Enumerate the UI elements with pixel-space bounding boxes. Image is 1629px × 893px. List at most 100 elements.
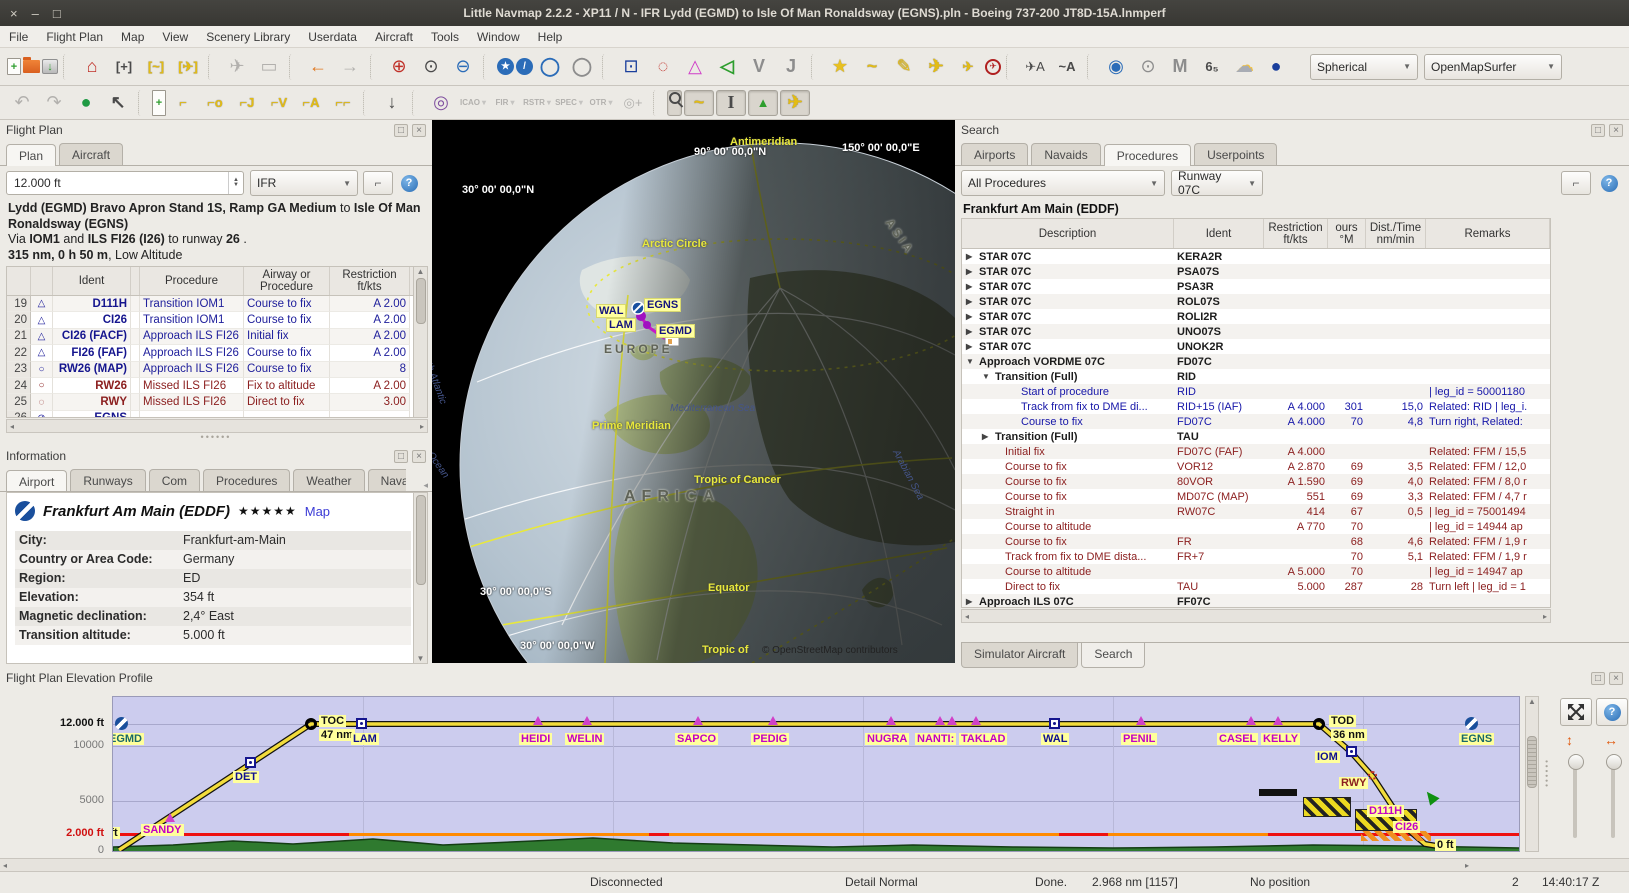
- procedure-row[interactable]: Course to altitude A 770 70 | leg_id = 1…: [962, 519, 1550, 534]
- airspace-icao-button[interactable]: ICAO: [458, 90, 488, 116]
- tree-expand-icon[interactable]: ▶: [966, 267, 976, 276]
- procedure-row[interactable]: Track from fix to DME dista... FR+7 70 5…: [962, 549, 1550, 564]
- procedure-row[interactable]: ▼Approach VORDME 07C FD07C: [962, 354, 1550, 369]
- toolbar-separator[interactable]: [412, 90, 421, 116]
- profile-vscrollbar[interactable]: ▲: [1525, 696, 1539, 852]
- map-theme-combo[interactable]: OpenMapSurfer ▼: [1424, 54, 1562, 80]
- toolbar-separator[interactable]: [63, 54, 72, 80]
- float-dock-button[interactable]: □: [1591, 672, 1605, 685]
- toolbar-separator[interactable]: [363, 90, 372, 116]
- column-distance[interactable]: Dist./Time nm/min: [1366, 219, 1426, 248]
- aircraft-trail-icon[interactable]: ✈: [953, 53, 983, 81]
- tab-flight-plan[interactable]: Aircraft: [59, 143, 123, 165]
- weather-icon[interactable]: ☁: [1229, 53, 1259, 81]
- menu-item[interactable]: Window: [468, 28, 529, 46]
- save-flightplan-icon[interactable]: ↓: [42, 59, 58, 74]
- center-mark-icon[interactable]: [+]: [109, 53, 139, 81]
- map-back-icon[interactable]: ←: [303, 53, 333, 81]
- airspace-fir-button[interactable]: FIR: [490, 90, 520, 116]
- procedure-row[interactable]: Course to fix FD07C A 4.000 70 4,8 Turn …: [962, 414, 1550, 429]
- route-select-cursor-icon[interactable]: ↖: [103, 90, 133, 116]
- tab-flight-plan[interactable]: Plan: [6, 144, 56, 166]
- tab-information[interactable]: Runways: [70, 469, 145, 491]
- tree-expand-icon[interactable]: ▶: [982, 432, 992, 441]
- float-dock-button[interactable]: □: [394, 450, 408, 463]
- tree-expand-icon[interactable]: ▶: [966, 282, 976, 291]
- procedure-row[interactable]: ▶STAR 07C UNOK2R: [962, 339, 1550, 354]
- tree-expand-icon[interactable]: ▶: [966, 297, 976, 306]
- hillshading-icon[interactable]: M: [1165, 53, 1195, 81]
- vor-icon[interactable]: ⊡: [616, 53, 646, 81]
- procedure-filter-combo[interactable]: All Procedures ▼: [961, 170, 1165, 196]
- cruise-altitude-input[interactable]: 12.000 ft ▲▼: [6, 171, 244, 195]
- toolbar-separator[interactable]: [208, 54, 217, 80]
- procedure-options-button[interactable]: ⌐: [1561, 171, 1591, 195]
- panel-profile-icon[interactable]: ▲: [748, 90, 778, 116]
- zoom-world-icon[interactable]: ●: [71, 90, 101, 116]
- close-dock-button[interactable]: ×: [1609, 672, 1623, 685]
- tree-expand-icon[interactable]: ▼: [982, 372, 992, 381]
- menu-item[interactable]: Tools: [422, 28, 468, 46]
- procedure-row[interactable]: Course to fix VOR12 A 2.870 69 3,5 Relat…: [962, 459, 1550, 474]
- tab-information[interactable]: Weather: [293, 469, 364, 491]
- expand-profile-button[interactable]: [1560, 698, 1592, 726]
- toolbar-separator[interactable]: [653, 90, 662, 116]
- flight-plan-row[interactable]: 25 ◌ RWY Missed ILS FI26 Direct to fix 3…: [7, 394, 427, 410]
- menu-item[interactable]: Aircraft: [366, 28, 422, 46]
- procedure-row[interactable]: ▶STAR 07C ROL07S: [962, 294, 1550, 309]
- tab-information[interactable]: Navaids: [368, 469, 406, 491]
- float-dock-button[interactable]: □: [394, 124, 408, 137]
- procedure-row[interactable]: Course to fix 80VOR A 1.590 69 4,0 Relat…: [962, 474, 1550, 489]
- airway-victor-icon[interactable]: V: [744, 53, 774, 81]
- help-button[interactable]: ?: [1597, 171, 1621, 195]
- route-edit-icon[interactable]: ⌐: [168, 90, 198, 116]
- horizontal-zoom-slider[interactable]: [1611, 754, 1615, 838]
- procedure-row[interactable]: Track from fix to DME di... RID+15 (IAF)…: [962, 399, 1550, 414]
- toolbar-separator[interactable]: [1087, 54, 1096, 80]
- spinner-arrows[interactable]: ▲▼: [228, 172, 243, 194]
- airspace-spec-button[interactable]: SPEC: [554, 90, 584, 116]
- profile-hscrollbar[interactable]: ◂▸: [0, 858, 1629, 872]
- userpoint-icon[interactable]: ★: [825, 53, 855, 81]
- column-restriction[interactable]: Restriction ft/kts: [1264, 219, 1328, 248]
- procedure-row[interactable]: ▶Transition (Full) TAU: [962, 429, 1550, 444]
- runway-filter-combo[interactable]: Runway 07C ▼: [1171, 170, 1263, 196]
- menu-item[interactable]: File: [0, 28, 37, 46]
- descent-path-icon[interactable]: ↓: [377, 90, 407, 116]
- undo-icon[interactable]: ↶: [7, 90, 37, 116]
- procedure-row[interactable]: ▶STAR 07C UNO07S: [962, 324, 1550, 339]
- tree-expand-icon[interactable]: ▼: [966, 357, 976, 366]
- tree-expand-icon[interactable]: ▶: [966, 327, 976, 336]
- toolbar-separator[interactable]: [138, 90, 147, 116]
- flight-plan-vscrollbar[interactable]: ▲: [413, 267, 427, 417]
- column-course[interactable]: ours °M: [1328, 219, 1366, 248]
- sun-shading-icon[interactable]: ⊙: [1133, 53, 1163, 81]
- bottom-tab[interactable]: Simulator Aircraft: [961, 643, 1078, 668]
- waypoint-icon[interactable]: △: [680, 53, 710, 81]
- map-forward-icon[interactable]: →: [335, 53, 365, 81]
- profile-splitter[interactable]: ••••••: [1544, 696, 1551, 852]
- userpoint-edit-icon[interactable]: ✎: [889, 53, 919, 81]
- flight-plan-row[interactable]: 20 △ CI26 Transition IOM1 Course to fix …: [7, 312, 427, 328]
- procedure-row[interactable]: Start of procedure RID | leg_id = 500011…: [962, 384, 1550, 399]
- menu-item[interactable]: Scenery Library: [197, 28, 299, 46]
- compass-rose-icon[interactable]: ✈: [985, 59, 1001, 75]
- airport-soft-icon[interactable]: /: [516, 58, 533, 75]
- airport-hard-icon[interactable]: ★: [497, 58, 514, 75]
- globe-night-icon[interactable]: ●: [1261, 53, 1291, 81]
- tree-expand-icon[interactable]: ▶: [966, 312, 976, 321]
- close-dock-button[interactable]: ×: [1609, 124, 1623, 137]
- procedure-row[interactable]: Course to fix MD07C (MAP) 551 69 3,3 Rel…: [962, 489, 1550, 504]
- menu-item[interactable]: Flight Plan: [37, 28, 112, 46]
- toolbar-separator[interactable]: [483, 54, 492, 80]
- map-link[interactable]: Map: [305, 504, 330, 519]
- column-remarks[interactable]: Remarks: [1426, 219, 1550, 248]
- column-ident[interactable]: Ident: [1174, 219, 1264, 248]
- column-procedure[interactable]: Procedure: [140, 267, 244, 295]
- tree-expand-icon[interactable]: ▶: [966, 342, 976, 351]
- route-vor-icon[interactable]: ⌐o: [200, 90, 230, 116]
- tree-expand-icon[interactable]: ▶: [966, 252, 976, 261]
- bottom-tab[interactable]: Search: [1081, 643, 1145, 668]
- flight-plan-row[interactable]: 24 ○ RW26 Missed ILS FI26 Fix to altitud…: [7, 378, 427, 394]
- map-view[interactable]: Antimeridian90° 00' 00,0"N150° 00' 00,0"…: [432, 120, 955, 663]
